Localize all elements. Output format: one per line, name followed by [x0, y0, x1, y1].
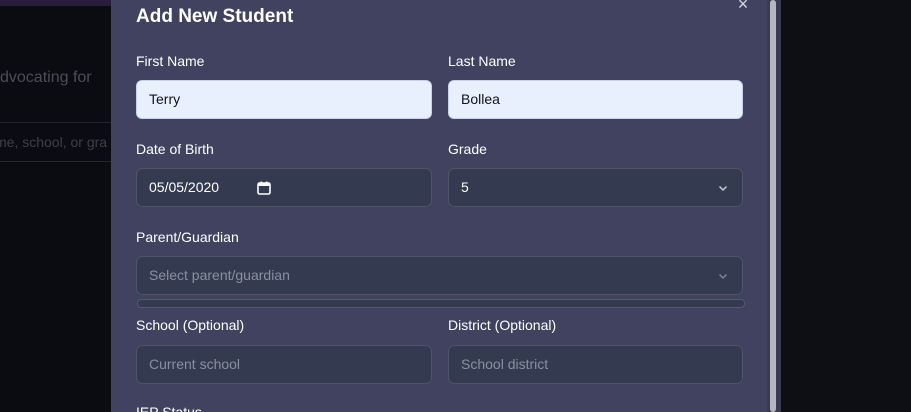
calendar-icon[interactable]: [257, 181, 271, 195]
district-label: District (Optional): [448, 317, 557, 333]
date-of-birth-field[interactable]: 05/05/2020: [136, 168, 432, 207]
background-heading-fragment: dvocating for: [0, 69, 92, 86]
scrollbar-thumb[interactable]: [770, 0, 776, 412]
parent-guardian-dropdown-list[interactable]: [137, 299, 745, 308]
last-name-field[interactable]: Bollea: [448, 80, 743, 119]
date-of-birth-label: Date of Birth: [136, 141, 214, 157]
close-button[interactable]: ×: [733, 0, 753, 14]
modal-title: Add New Student: [136, 6, 294, 27]
district-placeholder: School district: [461, 356, 549, 372]
background-overlay-right: [780, 0, 911, 412]
parent-guardian-placeholder: Select parent/guardian: [149, 267, 290, 283]
iep-status-label: IEP Status: [136, 404, 202, 412]
parent-guardian-label: Parent/Guardian: [136, 229, 239, 245]
school-label: School (Optional): [136, 317, 245, 333]
date-of-birth-value: 05/05/2020: [149, 179, 220, 195]
grade-value: 5: [461, 179, 469, 195]
modal-scrollbar[interactable]: [767, 0, 781, 412]
first-name-label: First Name: [136, 53, 205, 69]
last-name-label: Last Name: [448, 53, 516, 69]
grade-select[interactable]: 5: [448, 168, 743, 207]
school-placeholder: Current school: [149, 356, 241, 372]
grade-label: Grade: [448, 141, 487, 157]
first-name-field[interactable]: Terry: [136, 80, 432, 119]
chevron-down-icon: [718, 273, 728, 280]
parent-guardian-select[interactable]: Select parent/guardian: [136, 256, 743, 295]
background-search-input: me, school, or gra: [0, 122, 120, 162]
school-field[interactable]: Current school: [136, 345, 432, 384]
district-field[interactable]: School district: [448, 345, 743, 384]
chevron-down-icon: [718, 185, 728, 192]
